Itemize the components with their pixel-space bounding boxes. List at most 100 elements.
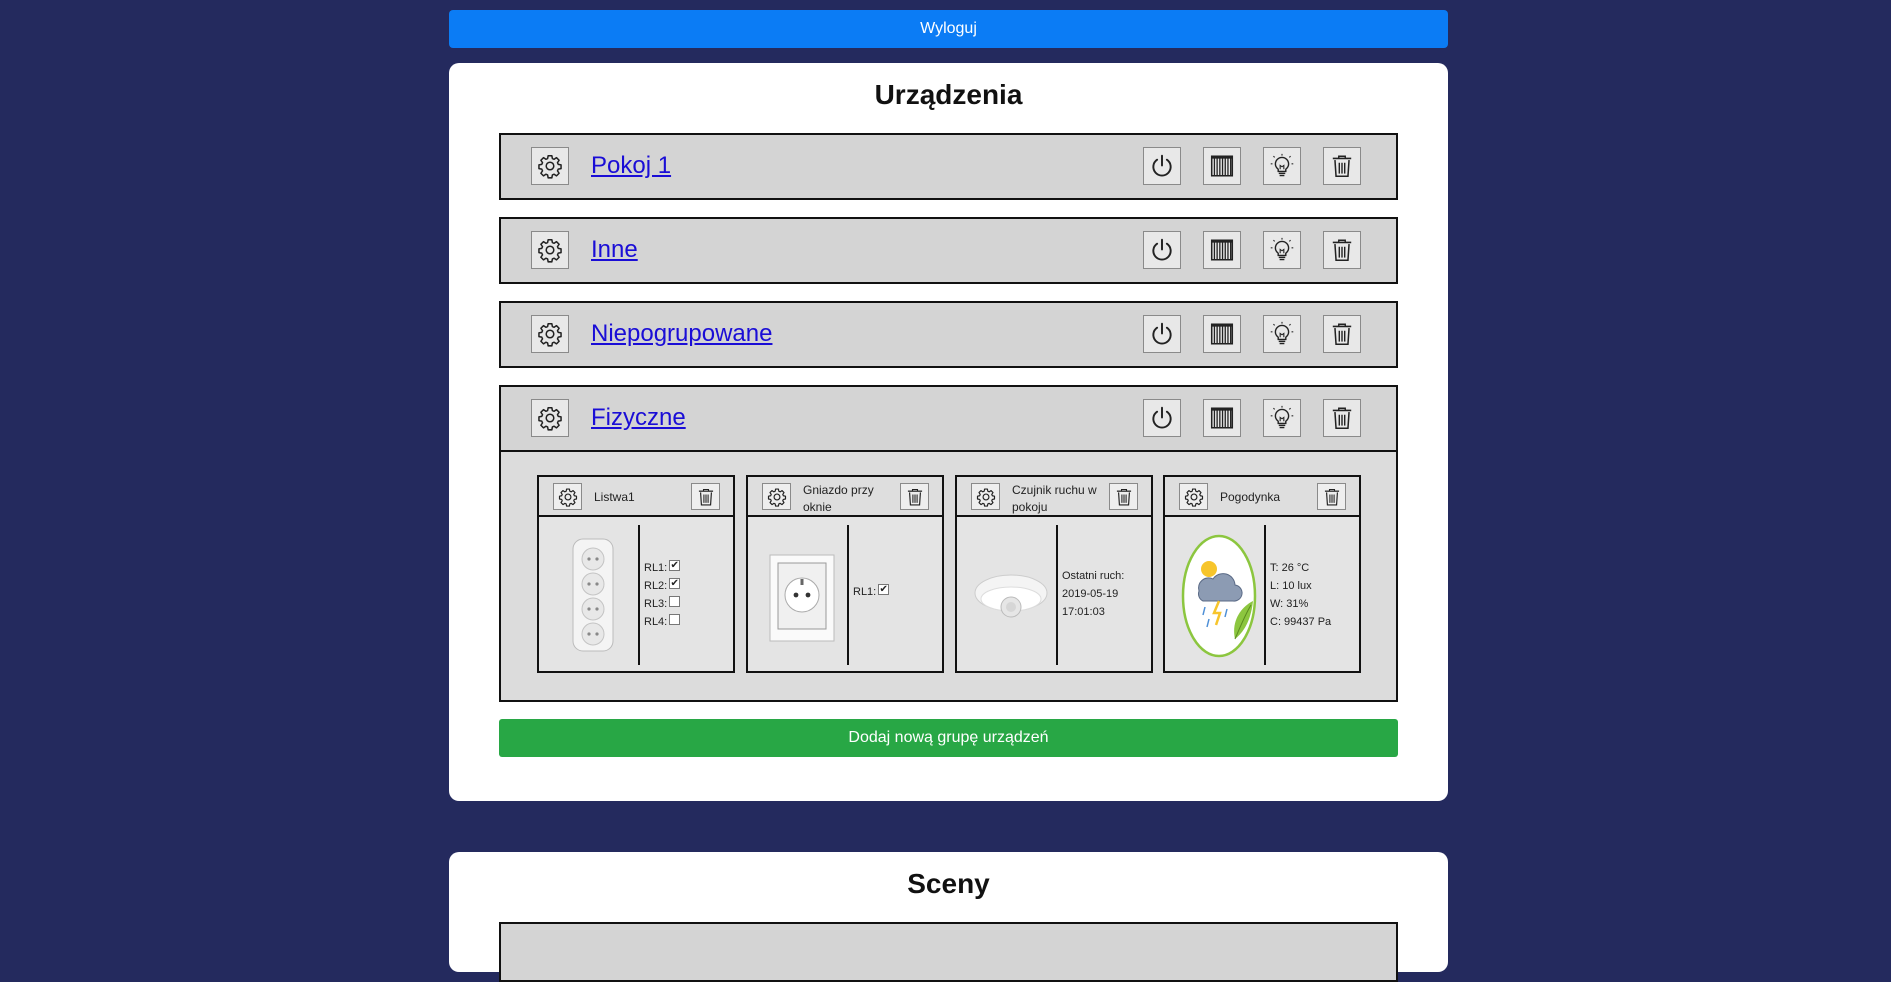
group-light-button[interactable] xyxy=(1263,399,1301,437)
relay-label: RL4: xyxy=(644,616,668,628)
scenes-panel: Sceny xyxy=(449,852,1448,982)
group-delete-button[interactable] xyxy=(1323,315,1361,353)
lightbulb-icon xyxy=(1269,405,1295,431)
group-settings-button[interactable] xyxy=(531,231,569,269)
weather-station-image xyxy=(1181,534,1257,658)
card-divider xyxy=(638,525,640,665)
trash-icon xyxy=(1329,405,1355,431)
device-name: Pogodynka xyxy=(1220,490,1281,504)
relay-checkbox[interactable]: ✔ xyxy=(669,577,681,589)
logout-button[interactable]: Wyloguj xyxy=(449,10,1448,48)
blinds-icon xyxy=(1209,153,1235,179)
relay-checkbox[interactable] xyxy=(669,595,681,607)
group-settings-button[interactable] xyxy=(531,147,569,185)
trash-icon xyxy=(1329,237,1355,263)
gear-icon xyxy=(1184,487,1204,507)
relay-checkbox[interactable]: ✔ xyxy=(878,583,890,595)
gear-icon xyxy=(767,487,787,507)
socket-image xyxy=(769,554,835,642)
power-strip-image xyxy=(572,538,614,652)
temperature-reading: T: 26 °C xyxy=(1270,562,1310,574)
relay-list: RL1: ✔ RL2: ✔ RL3: RL4: xyxy=(644,559,681,631)
trash-icon xyxy=(1322,487,1342,507)
device-delete-button[interactable] xyxy=(1109,483,1138,510)
blinds-icon xyxy=(1209,237,1235,263)
group-delete-button[interactable] xyxy=(1323,399,1361,437)
group-blinds-button[interactable] xyxy=(1203,399,1241,437)
gear-icon xyxy=(976,487,996,507)
trash-icon xyxy=(1114,487,1134,507)
group-power-button[interactable] xyxy=(1143,399,1181,437)
group-blinds-button[interactable] xyxy=(1203,231,1241,269)
power-icon xyxy=(1149,237,1175,263)
group-link[interactable]: Niepogrupowane xyxy=(591,320,772,348)
card-divider xyxy=(847,525,849,665)
devices-panel: Urządzenia Pokoj 1 Inne Niepogrupowane F… xyxy=(449,63,1448,801)
devices-title: Urządzenia xyxy=(874,79,1023,110)
device-name: Gniazdo przy oknie xyxy=(803,483,874,514)
relay-label: RL3: xyxy=(644,598,668,610)
group-link[interactable]: Fizyczne xyxy=(591,404,686,432)
gear-icon xyxy=(537,321,563,347)
device-settings-button[interactable] xyxy=(1179,483,1208,510)
power-icon xyxy=(1149,321,1175,347)
device-settings-button[interactable] xyxy=(971,483,1000,510)
power-icon xyxy=(1149,153,1175,179)
group-light-button[interactable] xyxy=(1263,315,1301,353)
group-power-button[interactable] xyxy=(1143,147,1181,185)
trash-icon xyxy=(1329,321,1355,347)
relay-label: RL1: xyxy=(644,562,668,574)
device-card: Listwa1 RL1: ✔ RL2: ✔ RL3: RL4: xyxy=(537,475,735,673)
light-reading: L: 10 lux xyxy=(1270,580,1312,592)
device-name: Czujnik ruchu w pokoju xyxy=(1012,483,1097,514)
scenes-title: Sceny xyxy=(907,868,990,899)
lightbulb-icon xyxy=(1269,237,1295,263)
device-name: Listwa1 xyxy=(594,490,635,504)
motion-date: 2019-05-19 xyxy=(1062,588,1119,600)
group-settings-button[interactable] xyxy=(531,399,569,437)
device-card: Gniazdo przy oknie RL1: ✔ xyxy=(746,475,944,673)
device-delete-button[interactable] xyxy=(900,483,929,510)
gear-icon xyxy=(537,405,563,431)
blinds-icon xyxy=(1209,321,1235,347)
trash-icon xyxy=(905,487,925,507)
trash-icon xyxy=(1329,153,1355,179)
group-light-button[interactable] xyxy=(1263,231,1301,269)
group-row: Inne xyxy=(499,217,1398,284)
lightbulb-icon xyxy=(1269,321,1295,347)
relay-label: RL2: xyxy=(644,580,668,592)
device-delete-button[interactable] xyxy=(691,483,720,510)
motion-info: Ostatni ruch: 2019-05-19 17:01:03 xyxy=(1062,567,1124,621)
relay-checkbox[interactable] xyxy=(669,613,681,625)
group-blinds-button[interactable] xyxy=(1203,147,1241,185)
device-settings-button[interactable] xyxy=(762,483,791,510)
group-delete-button[interactable] xyxy=(1323,147,1361,185)
group-light-button[interactable] xyxy=(1263,147,1301,185)
group-settings-button[interactable] xyxy=(531,315,569,353)
add-group-button[interactable]: Dodaj nową grupę urządzeń xyxy=(499,719,1398,757)
lightbulb-icon xyxy=(1269,153,1295,179)
device-cards-area: Listwa1 RL1: ✔ RL2: ✔ RL3: RL4: Gniazdo … xyxy=(501,450,1396,700)
relay-checkbox[interactable]: ✔ xyxy=(669,559,681,571)
device-card: Czujnik ruchu w pokoju Ostatni ruch: 201… xyxy=(955,475,1153,673)
weather-info: T: 26 °C L: 10 lux W: 31% C: 99437 Pa xyxy=(1270,559,1331,631)
group-blinds-button[interactable] xyxy=(1203,315,1241,353)
device-card: Pogodynka T: 26 °C L: 10 lux W: 31% C: 9… xyxy=(1163,475,1361,673)
group-row: Niepogrupowane xyxy=(499,301,1398,368)
humidity-reading: W: 31% xyxy=(1270,598,1309,610)
card-divider xyxy=(1264,525,1266,665)
gear-icon xyxy=(558,487,578,507)
device-delete-button[interactable] xyxy=(1317,483,1346,510)
group-link[interactable]: Inne xyxy=(591,236,638,264)
scene-row xyxy=(499,922,1398,982)
power-icon xyxy=(1149,405,1175,431)
group-power-button[interactable] xyxy=(1143,315,1181,353)
group-row-expanded: Fizyczne Listwa1 RL1: ✔ RL2: ✔ RL3: RL4:… xyxy=(499,385,1398,702)
group-delete-button[interactable] xyxy=(1323,231,1361,269)
motion-label: Ostatni ruch: xyxy=(1062,570,1125,582)
card-divider xyxy=(1056,525,1058,665)
group-link[interactable]: Pokoj 1 xyxy=(591,152,671,180)
device-settings-button[interactable] xyxy=(553,483,582,510)
trash-icon xyxy=(696,487,716,507)
group-power-button[interactable] xyxy=(1143,231,1181,269)
